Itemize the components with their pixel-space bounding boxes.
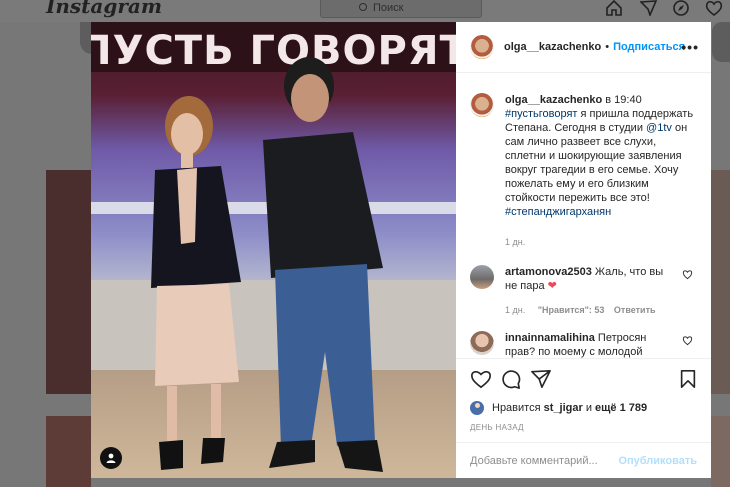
comment-age: 1 дн. bbox=[505, 305, 526, 315]
commenter-avatar[interactable] bbox=[470, 331, 494, 355]
post-timestamp[interactable]: ДЕНЬ НАЗАД bbox=[470, 423, 697, 432]
top-navbar: Instagram Поиск bbox=[0, 0, 730, 22]
post-actions: Нравится st_jigar и ещё 1 789 ДЕНЬ НАЗАД bbox=[456, 358, 711, 432]
activity-icon[interactable] bbox=[705, 0, 723, 16]
liker-username[interactable]: st_jigar bbox=[544, 402, 583, 414]
comment-username[interactable]: innainnamalihina bbox=[505, 332, 595, 344]
likes-summary[interactable]: Нравится st_jigar и ещё 1 789 bbox=[470, 401, 697, 415]
post-details-panel: olga__kazachenko • Подписаться ••• olga_… bbox=[456, 22, 711, 478]
comment-like-icon[interactable] bbox=[682, 269, 693, 280]
like-icon[interactable] bbox=[470, 369, 492, 389]
post-photo[interactable]: ПУСТЬ ГОВОРЯТ bbox=[91, 22, 456, 478]
comments-list[interactable]: olga__kazachenko в 19:40 #пустьговорят я… bbox=[456, 73, 711, 358]
hashtag-link[interactable]: #степанджигарханян bbox=[505, 206, 611, 218]
save-bookmark-icon[interactable] bbox=[679, 369, 697, 389]
home-icon[interactable] bbox=[605, 0, 623, 16]
avatar[interactable] bbox=[470, 93, 494, 117]
likes-conj: и bbox=[585, 402, 592, 414]
reply-button[interactable]: Ответить bbox=[614, 305, 656, 315]
comment-username[interactable]: artamonova2503 bbox=[505, 266, 592, 278]
more-options-icon[interactable]: ••• bbox=[681, 39, 699, 55]
follow-button[interactable]: Подписаться bbox=[613, 41, 685, 53]
bg-grid-tile[interactable] bbox=[711, 170, 730, 394]
bg-grid-tile[interactable] bbox=[46, 416, 91, 487]
share-icon[interactable] bbox=[530, 369, 552, 389]
bg-story bbox=[712, 22, 730, 62]
caption-text: olga__kazachenko в 19:40 #пустьговорят я… bbox=[505, 93, 697, 249]
caption: olga__kazachenko в 19:40 #пустьговорят я… bbox=[470, 93, 697, 249]
direct-icon[interactable] bbox=[640, 0, 658, 16]
publish-button[interactable]: Опубликовать bbox=[618, 455, 697, 467]
person-icon bbox=[106, 453, 116, 463]
explore-icon[interactable] bbox=[672, 0, 690, 16]
liker-avatar[interactable] bbox=[470, 401, 484, 415]
action-icons bbox=[470, 369, 697, 393]
caption-age: 1 дн. bbox=[505, 237, 526, 247]
comment-text: artamonova2503 Жаль, что вы не пара ❤ 1 … bbox=[505, 265, 670, 317]
separator-dot: • bbox=[605, 41, 610, 53]
user-tag-icon[interactable] bbox=[100, 447, 122, 469]
avatar[interactable] bbox=[470, 35, 494, 59]
studio-sign: ПУСТЬ ГОВОРЯТ bbox=[91, 28, 456, 74]
caption-time: в 19:40 bbox=[605, 94, 642, 106]
search-input[interactable]: Поиск bbox=[320, 0, 482, 18]
add-comment-bar: Опубликовать bbox=[456, 442, 711, 478]
comment-item: innainnamalihina Петросян прав? по моему… bbox=[470, 331, 697, 358]
commenter-avatar[interactable] bbox=[470, 265, 494, 289]
search-icon bbox=[359, 3, 367, 11]
comment-text: innainnamalihina Петросян прав? по моему… bbox=[505, 331, 670, 358]
comment-item: artamonova2503 Жаль, что вы не пара ❤ 1 … bbox=[470, 265, 697, 317]
photo-image: ПУСТЬ ГОВОРЯТ bbox=[91, 22, 456, 478]
caption-body-2: он сам лично развеет все слухи, сплетни … bbox=[505, 122, 688, 204]
comment-like-icon[interactable] bbox=[682, 335, 693, 346]
hashtag-link[interactable]: #пустьговорят bbox=[505, 108, 577, 120]
comment-input[interactable] bbox=[470, 454, 619, 467]
comment-likes[interactable]: "Нравится": 53 bbox=[538, 305, 605, 315]
post-header: olga__kazachenko • Подписаться ••• bbox=[456, 22, 711, 73]
comment-icon[interactable] bbox=[500, 369, 522, 389]
bg-grid-tile[interactable] bbox=[46, 170, 91, 394]
likes-count[interactable]: ещё 1 789 bbox=[595, 402, 647, 414]
post-username[interactable]: olga__kazachenko bbox=[504, 41, 601, 53]
caption-username[interactable]: olga__kazachenko bbox=[505, 94, 602, 106]
mention-link[interactable]: @1tv bbox=[646, 122, 672, 134]
bg-grid-tile[interactable] bbox=[711, 416, 730, 487]
comment-meta: 1 дн. "Нравится": 53 Ответить bbox=[505, 303, 670, 317]
likes-prefix: Нравится bbox=[492, 402, 541, 414]
instagram-logo[interactable]: Instagram bbox=[46, 0, 162, 18]
search-placeholder: Поиск bbox=[373, 2, 404, 14]
heart-emoji: ❤ bbox=[547, 280, 557, 292]
